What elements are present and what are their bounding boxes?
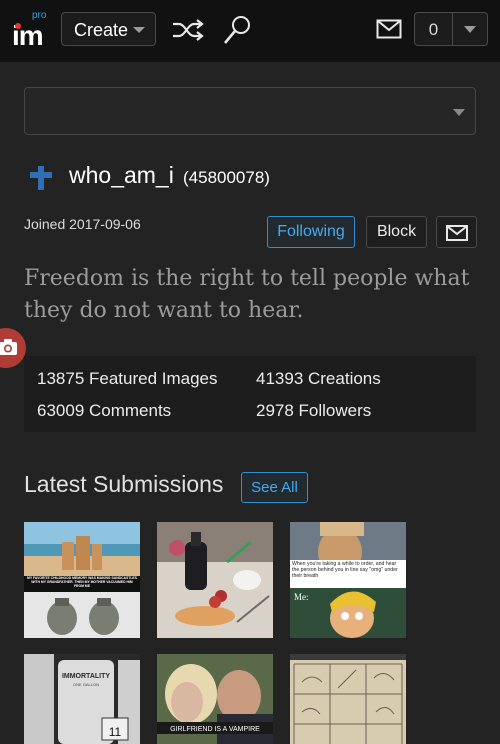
submission-thumbnail[interactable] xyxy=(157,522,273,638)
submission-thumbnail[interactable]: MY FAVORITE CHILDHOOD MEMORY WAS MAKING … xyxy=(24,522,140,638)
thumbnail-caption: GIRLFRIEND IS A VAMPIRE xyxy=(170,726,260,733)
thumbnail-me-label: Me: xyxy=(294,592,309,602)
user-id: (45800078) xyxy=(183,168,270,187)
submission-thumbnail[interactable]: IMMORTALITY ONE GALLON 11 xyxy=(24,654,140,744)
notification-count: 0 xyxy=(428,20,439,39)
shuffle-icon[interactable] xyxy=(171,16,205,44)
joined-date: Joined 2017-09-06 xyxy=(24,216,141,232)
notifications-button[interactable]: 0 xyxy=(414,12,488,46)
following-button[interactable]: Following xyxy=(267,216,355,248)
profile-section-select[interactable] xyxy=(24,87,476,135)
followers-stat: 2978 Followers xyxy=(256,401,372,420)
chevron-down-icon xyxy=(464,26,476,33)
thumbnail-caption: MY FAVORITE CHILDHOOD MEMORY WAS MAKING … xyxy=(27,576,137,589)
profile-quote: Freedom is the right to tell people what… xyxy=(24,266,470,323)
notification-divider xyxy=(452,13,453,45)
mail-icon xyxy=(446,225,468,241)
chevron-down-icon xyxy=(133,27,145,33)
logo-dot xyxy=(15,23,21,29)
creations-stat: 41393 Creations xyxy=(256,369,381,388)
chevron-down-icon xyxy=(453,109,465,116)
thumbnail-product-sub: ONE GALLON xyxy=(73,682,99,687)
submission-thumbnail[interactable] xyxy=(290,654,406,744)
comments-stat: 63009 Comments xyxy=(37,401,172,420)
cross-icon xyxy=(30,166,52,190)
block-button[interactable]: Block xyxy=(366,216,427,248)
search-icon[interactable] xyxy=(222,14,252,46)
thumbnail-price: 11 xyxy=(109,725,122,739)
submission-thumbnail[interactable]: GIRLFRIEND IS A VAMPIRE xyxy=(157,654,273,744)
username: who_am_i xyxy=(69,162,174,188)
imgflip-logo[interactable]: pro im xyxy=(12,10,52,51)
thumbnail-caption: When you're taking a while to order, and… xyxy=(292,561,398,580)
thumbnail-product-label: IMMORTALITY xyxy=(62,673,110,680)
camera-icon xyxy=(0,339,17,355)
see-all-button[interactable]: See All xyxy=(241,472,308,503)
mail-icon[interactable] xyxy=(376,19,402,39)
submission-thumbnail[interactable]: When you're taking a while to order, and… xyxy=(290,522,406,638)
create-dropdown-button[interactable]: Create xyxy=(61,12,156,46)
latest-submissions-heading: Latest Submissions xyxy=(24,471,224,497)
create-label: Create xyxy=(74,20,129,40)
camera-button[interactable] xyxy=(0,328,26,368)
message-button[interactable] xyxy=(436,216,477,248)
user-stats-panel: 13875 Featured Images 41393 Creations 63… xyxy=(24,356,476,432)
top-navigation-bar: pro im Create 0 xyxy=(0,0,500,62)
featured-images-stat: 13875 Featured Images xyxy=(37,369,218,388)
